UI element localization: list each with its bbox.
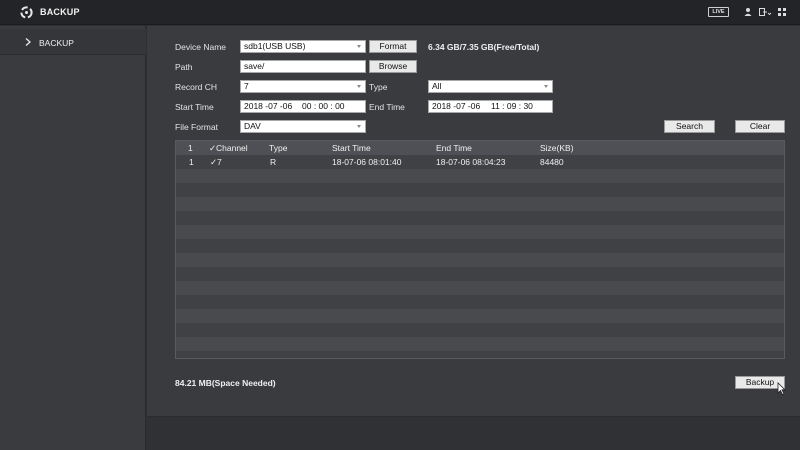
empty-row xyxy=(176,309,784,323)
start-date-value: 2018 -07 -06 xyxy=(244,101,293,111)
footer-bar xyxy=(147,416,800,450)
path-input[interactable]: save/ xyxy=(240,60,366,73)
empty-row xyxy=(176,183,784,197)
empty-row xyxy=(176,169,784,183)
empty-row xyxy=(176,197,784,211)
chevron-right-icon xyxy=(25,38,31,46)
backup-file-table: 1 ✓ Channel Type Start Time End Time Siz… xyxy=(175,140,785,359)
header-start-time: Start Time xyxy=(332,143,371,153)
header-select-all-count[interactable]: 1 xyxy=(188,143,193,153)
start-time-label: Start Time xyxy=(175,102,214,112)
row-type: R xyxy=(270,157,277,167)
clear-button[interactable]: Clear xyxy=(735,120,785,133)
end-time-field[interactable]: 2018 -07 -06 11 : 09 : 30 xyxy=(428,100,553,113)
path-label: Path xyxy=(175,62,193,72)
mouse-cursor-icon xyxy=(777,382,786,395)
search-button[interactable]: Search xyxy=(664,120,715,133)
space-needed: 84.21 MB(Space Needed) xyxy=(175,378,276,388)
file-format-select[interactable]: DAV xyxy=(240,120,366,133)
device-capacity: 6.34 GB/7.35 GB(Free/Total) xyxy=(428,42,540,52)
row-size: 84480 xyxy=(540,157,564,167)
header-type: Type xyxy=(269,143,288,153)
header-end-time: End Time xyxy=(436,143,472,153)
user-icon[interactable] xyxy=(742,6,754,18)
type-label: Type xyxy=(369,82,388,92)
sidebar-item-backup[interactable]: BACKUP xyxy=(0,29,146,55)
browse-button[interactable]: Browse xyxy=(369,60,417,73)
end-time-label: End Time xyxy=(369,102,405,112)
empty-row xyxy=(176,253,784,267)
empty-row xyxy=(176,323,784,337)
empty-row xyxy=(176,239,784,253)
empty-row xyxy=(176,337,784,351)
end-date-value: 2018 -07 -06 xyxy=(432,101,481,111)
title-bar: BACKUP LIVE xyxy=(0,0,800,25)
type-select[interactable]: All xyxy=(428,80,553,93)
start-time-field[interactable]: 2018 -07 -06 00 : 00 : 00 xyxy=(240,100,366,113)
menu-grid-icon[interactable] xyxy=(776,6,788,18)
record-ch-select[interactable]: 7 xyxy=(240,80,366,93)
logout-dropdown-icon[interactable] xyxy=(758,6,772,18)
empty-row xyxy=(176,211,784,225)
device-name-select[interactable]: sdb1(USB USB) xyxy=(240,40,366,53)
empty-row xyxy=(176,225,784,239)
device-name-label: Device Name xyxy=(175,42,227,52)
empty-row xyxy=(176,267,784,281)
table-row[interactable]: 1 ✓ 7 R 18-07-06 08:01:40 18-07-06 08:04… xyxy=(176,155,784,169)
app-logo-icon xyxy=(20,6,33,19)
end-clock-value: 11 : 09 : 30 xyxy=(491,101,533,111)
sidebar: BACKUP xyxy=(0,26,146,450)
table-header: 1 ✓ Channel Type Start Time End Time Siz… xyxy=(176,141,784,155)
header-size: Size(KB) xyxy=(540,143,574,153)
row-index: 1 xyxy=(189,157,194,167)
format-button[interactable]: Format xyxy=(369,40,417,53)
row-end-time: 18-07-06 08:04:23 xyxy=(436,157,506,167)
empty-row xyxy=(176,295,784,309)
header-channel: Channel xyxy=(216,143,248,153)
row-start-time: 18-07-06 08:01:40 xyxy=(332,157,402,167)
sidebar-item-label: BACKUP xyxy=(39,38,74,48)
start-clock-value: 00 : 00 : 00 xyxy=(302,101,345,111)
record-ch-label: Record CH xyxy=(175,82,218,92)
app-title: BACKUP xyxy=(40,7,80,17)
live-button[interactable]: LIVE xyxy=(708,7,729,17)
empty-row xyxy=(176,281,784,295)
file-format-label: File Format xyxy=(175,122,218,132)
row-channel: 7 xyxy=(217,157,222,167)
